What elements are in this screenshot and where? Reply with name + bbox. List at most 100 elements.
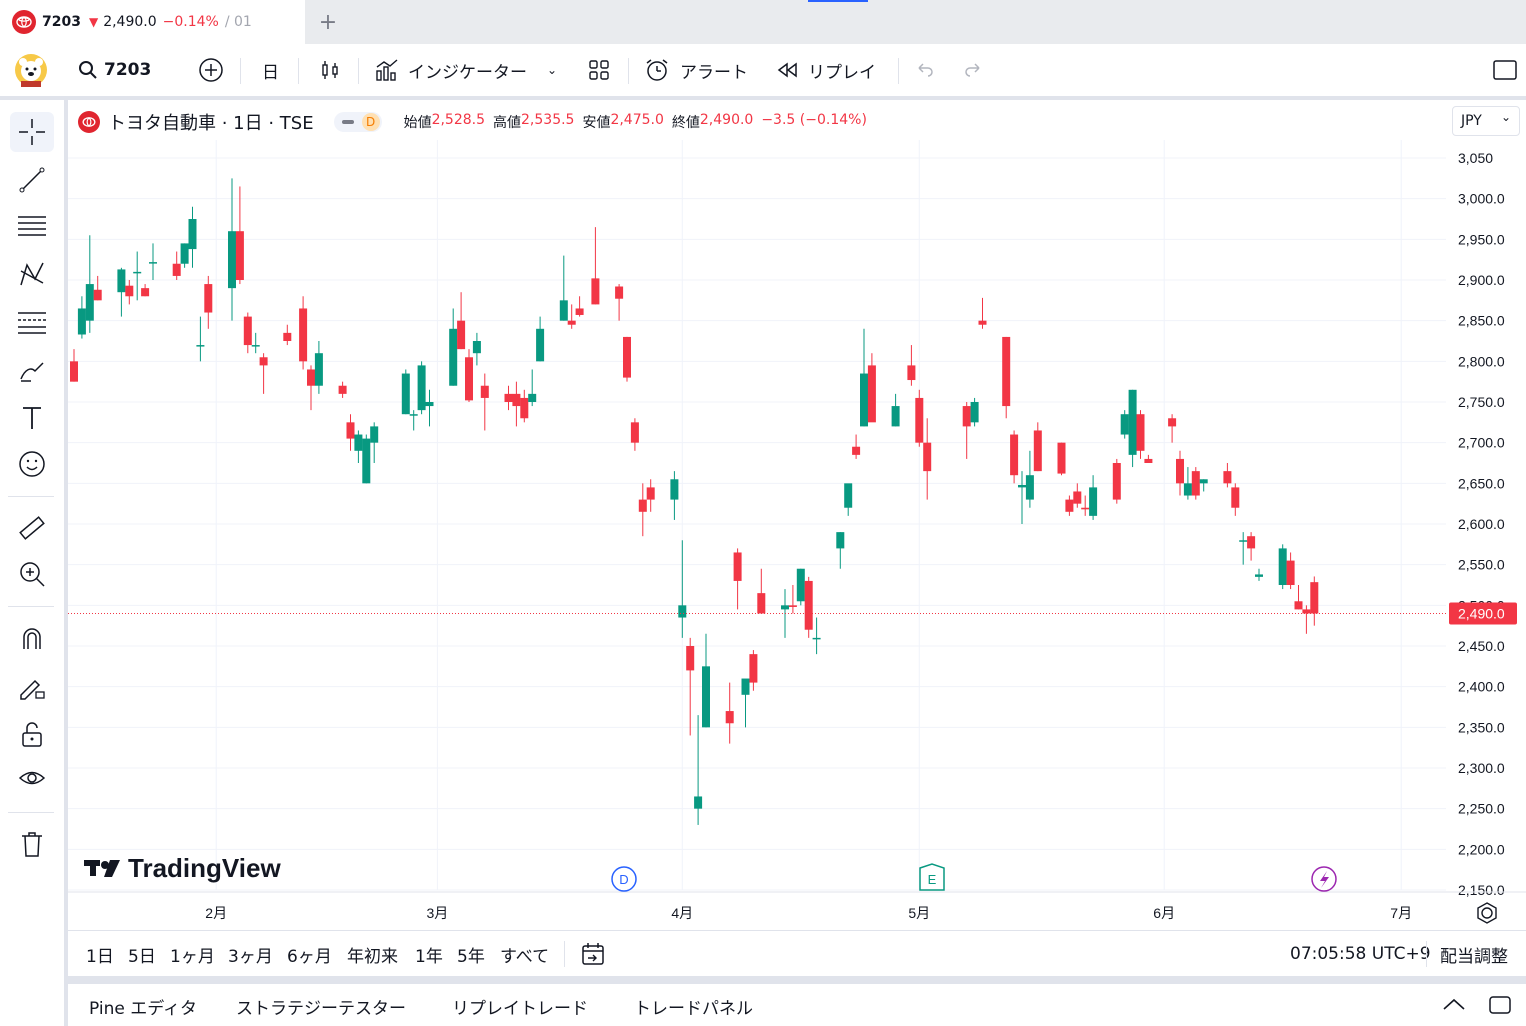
fib-retracement-icon[interactable] <box>10 302 54 342</box>
symbol-tab[interactable]: 7203 ▼ 2,490.0 −0.14% / 01 <box>0 0 305 44</box>
open-value: 2,528.5 <box>431 112 486 128</box>
range-1m-button[interactable]: 1ヶ月 <box>170 941 215 967</box>
price-chart[interactable]: 3,050 3,000.0 2,950.0 2,900.0 2,850.0 2,800.0… <box>68 100 1526 930</box>
candle-body <box>915 397 924 443</box>
brush-icon[interactable] <box>10 350 54 390</box>
delay-badge: D <box>361 113 380 131</box>
range-5y-button[interactable]: 5年 <box>457 941 485 967</box>
candle-body <box>528 393 537 402</box>
dividend-marker[interactable]: D <box>611 866 637 892</box>
unlock-icon[interactable] <box>10 714 54 754</box>
candle <box>915 389 924 447</box>
maximize-panel-icon[interactable] <box>1488 994 1512 1016</box>
divider <box>8 606 54 607</box>
go-to-date-icon[interactable] <box>580 941 606 967</box>
candle-body <box>1089 487 1098 516</box>
horizontal-lines-icon[interactable] <box>10 206 54 246</box>
chevron-down-icon: ⌄ <box>1500 110 1511 124</box>
candle <box>1191 467 1200 500</box>
text-icon[interactable] <box>10 398 54 438</box>
candle-body <box>796 568 805 602</box>
watermark-text: TradingView <box>128 853 281 883</box>
price-tick-label: 2,150.0 <box>1458 882 1505 898</box>
low-label: 安値 <box>582 115 611 131</box>
fullscreen-icon[interactable] <box>1492 44 1518 96</box>
pitchfork-icon[interactable] <box>10 254 54 294</box>
tab-trade-panel[interactable]: トレードパネル <box>634 994 753 1019</box>
alert-button[interactable]: アラート <box>644 44 748 96</box>
crosshair-icon[interactable] <box>10 112 54 152</box>
price-tick-label: 2,950.0 <box>1458 231 1505 247</box>
range-6m-button[interactable]: 6ヶ月 <box>287 941 332 967</box>
candle-body <box>354 434 363 451</box>
candle <box>575 296 584 317</box>
candle <box>125 280 134 305</box>
zoom-in-icon[interactable] <box>10 554 54 594</box>
divider <box>8 812 54 813</box>
candle <box>133 251 142 301</box>
candle-body <box>1120 414 1129 435</box>
candle-body <box>1033 430 1042 472</box>
undo-icon[interactable] <box>914 44 936 96</box>
chevron-down-icon[interactable]: ⌄ <box>547 63 557 77</box>
trend-line-icon[interactable] <box>10 160 54 200</box>
lock-drawing-icon[interactable] <box>10 666 54 706</box>
tab-bar: 7203 ▼ 2,490.0 −0.14% / 01 + <box>0 0 1526 44</box>
candle-body <box>1294 601 1303 610</box>
range-1d-button[interactable]: 1日 <box>86 941 114 967</box>
earnings-marker[interactable]: E <box>919 863 945 891</box>
candle <box>504 385 513 411</box>
candle-body <box>670 479 679 500</box>
range-1y-button[interactable]: 1年 <box>415 941 443 967</box>
candle <box>307 365 315 411</box>
candle-body <box>1010 434 1019 476</box>
adjust-dividends-button[interactable]: 配当調整 <box>1440 941 1508 967</box>
candle-body <box>180 243 189 264</box>
magnet-icon[interactable] <box>10 618 54 658</box>
alert-label: アラート <box>680 62 748 83</box>
tab-replay-trade[interactable]: リプレイトレード <box>452 994 588 1019</box>
candle <box>299 296 308 370</box>
replay-button[interactable]: リプレイ <box>776 44 876 96</box>
interval-button[interactable]: 日 <box>262 44 279 96</box>
emoji-icon[interactable] <box>10 444 54 484</box>
range-5d-button[interactable]: 5日 <box>128 941 156 967</box>
candle-body <box>235 231 244 280</box>
tab-change: −0.14% <box>162 14 219 30</box>
trash-icon[interactable] <box>10 824 54 864</box>
time-tick-label: 7月 <box>1390 905 1412 921</box>
split-event-icon[interactable] <box>1311 866 1337 892</box>
collapse-chevron-up-icon[interactable] <box>1442 996 1466 1012</box>
legend-title[interactable]: トヨタ自動車 · 1日 · TSE <box>108 109 314 135</box>
ruler-icon[interactable] <box>10 508 54 548</box>
tab-pine-editor[interactable]: Pine エディタ <box>89 994 197 1019</box>
chart-pane[interactable]: 3,050 3,000.0 2,950.0 2,900.0 2,850.0 2,800.0… <box>68 100 1526 976</box>
tradingview-watermark[interactable]: TradingView <box>84 853 281 883</box>
add-tab-icon[interactable]: + <box>314 8 342 36</box>
tab-strategy-tester[interactable]: ストラテジーテスター <box>236 994 406 1019</box>
candle <box>141 284 150 297</box>
redo-icon[interactable] <box>962 44 984 96</box>
clock-time[interactable]: 07:05:58 UTC+9 <box>1290 941 1431 967</box>
layout-button[interactable] <box>588 44 610 96</box>
range-all-button[interactable]: すべて <box>500 941 549 967</box>
divider <box>1426 941 1427 967</box>
symbol-search[interactable]: 7203 <box>78 44 151 96</box>
interval-label: 日 <box>262 62 279 83</box>
candle <box>362 434 371 484</box>
candle-body <box>836 532 845 549</box>
candle-body <box>812 637 821 640</box>
chart-type-button[interactable] <box>318 44 342 96</box>
compare-button[interactable] <box>198 44 224 96</box>
currency-select[interactable]: JPY ⌄ <box>1452 106 1520 136</box>
range-3m-button[interactable]: 3ヶ月 <box>228 941 273 967</box>
market-status-badge[interactable]: D <box>333 112 382 132</box>
candle <box>180 243 189 268</box>
candle <box>1120 410 1129 439</box>
range-ytd-button[interactable]: 年初来 <box>347 941 398 967</box>
indicators-button[interactable]: インジケーター ⌄ <box>374 44 557 96</box>
user-avatar[interactable] <box>14 44 48 96</box>
candle-body <box>196 345 205 347</box>
eye-icon[interactable] <box>10 758 54 798</box>
settings-gear-icon[interactable] <box>1477 902 1497 924</box>
